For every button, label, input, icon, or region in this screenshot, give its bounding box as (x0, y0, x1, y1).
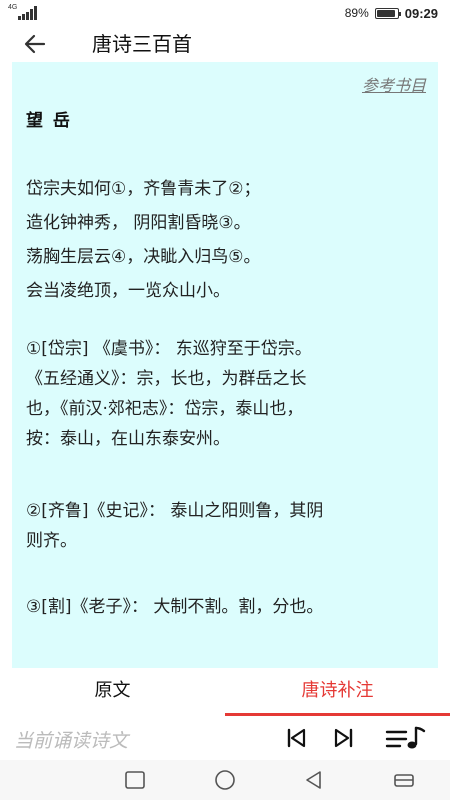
arrow-left-icon (24, 34, 46, 54)
tab-notes[interactable]: 唐诗补注 (225, 668, 450, 716)
note-line: 也，《前汉·郊祀志》：岱宗，泰山也， (26, 399, 304, 419)
poem-line: 岱宗夫如何①，齐鲁青未了②； (26, 179, 261, 199)
poem-line: 会当凌绝顶，一览众山小。 (26, 281, 230, 301)
note-line: ②[齐鲁]《史记》： 泰山之阳则鲁，其阴 (26, 501, 324, 521)
poem-line: 荡胸生层云④，决眦入归鸟⑤。 (26, 247, 261, 267)
next-button[interactable] (330, 724, 358, 752)
system-back-button[interactable] (302, 768, 326, 792)
annotation-note: ①[岱宗] 《虞书》： 东巡狩至于岱宗。 《五经通义》：宗，长也，为群岳之长 也… (26, 334, 426, 454)
poem-body: 岱宗夫如何①，齐鲁青未了②； 造化钟神秀， 阴阳割昏晓③。 荡胸生层云④，决眦入… (26, 172, 426, 308)
reference-link[interactable]: 参考书目 (362, 72, 426, 96)
skip-previous-icon (287, 728, 306, 748)
note-line: 按：泰山，在山东泰安州。 (26, 429, 230, 449)
annotation-note: ③[割]《老子》： 大制不割。割，分也。 (26, 592, 426, 622)
playlist-button[interactable] (384, 724, 428, 752)
previous-button[interactable] (282, 724, 310, 752)
home-button[interactable] (213, 768, 237, 792)
notifications-button[interactable] (392, 768, 416, 792)
back-icon (306, 771, 321, 789)
system-nav-bar (0, 760, 450, 800)
poem-title: 望 岳 (26, 111, 72, 131)
annotation-note: ②[齐鲁]《史记》： 泰山之阳则鲁，其阴 则齐。 (26, 496, 426, 556)
signal-icon: 4G (8, 4, 56, 22)
player-bar: 当前诵读诗文 (0, 716, 450, 760)
status-bar: 4G 89% 09:29 (0, 0, 450, 26)
battery-percent: 89% (344, 6, 369, 20)
poem-line: 造化钟神秀， 阴阳割昏晓③。 (26, 213, 251, 233)
playlist-music-icon (385, 726, 426, 749)
note-line: 《五经通义》：宗，长也，为群岳之长 (26, 369, 307, 389)
poem-content[interactable]: 参考书目 望 岳 岱宗夫如何①，齐鲁青未了②； 造化钟神秀， 阴阳割昏晓③。 荡… (12, 62, 438, 668)
network-type: 4G (8, 4, 18, 11)
skip-next-icon (334, 728, 353, 748)
recent-apps-button[interactable] (123, 768, 147, 792)
app-bar: 唐诗三百首 (0, 26, 450, 62)
note-line: 则齐。 (26, 531, 77, 551)
tab-bar: 原文 唐诗补注 (0, 668, 450, 716)
recent-apps-icon (125, 771, 145, 789)
home-icon (215, 770, 235, 790)
battery-icon (374, 7, 401, 19)
notifications-icon (394, 774, 414, 787)
clock: 09:29 (404, 5, 438, 21)
back-button[interactable] (20, 30, 50, 58)
note-line: ③[割]《老子》： 大制不割。割，分也。 (26, 597, 324, 617)
now-reading-label: 当前诵读诗文 (14, 730, 129, 752)
note-line: ①[岱宗] 《虞书》： 东巡狩至于岱宗。 (26, 339, 312, 359)
page-title: 唐诗三百首 (92, 32, 192, 56)
tab-original[interactable]: 原文 (0, 668, 225, 716)
